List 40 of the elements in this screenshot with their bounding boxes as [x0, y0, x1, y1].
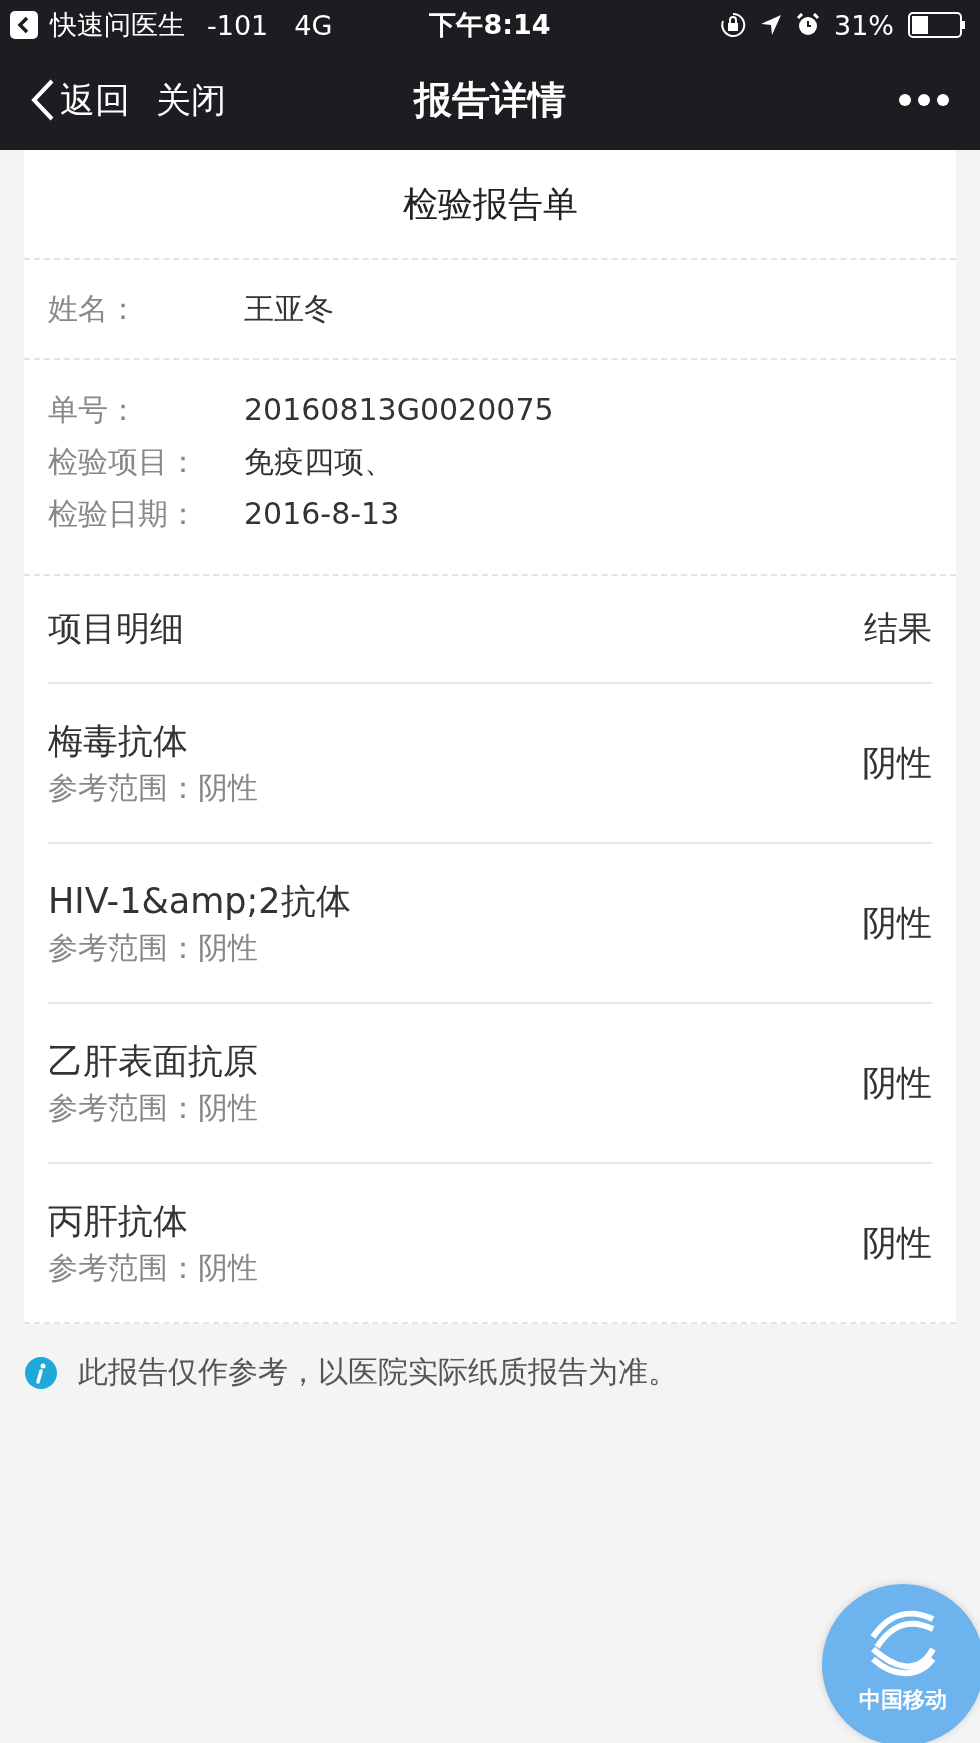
- test-name: HIV-1&amp;2抗体: [48, 880, 351, 923]
- battery-percent: 31%: [834, 9, 894, 41]
- back-button[interactable]: 返回: [30, 76, 130, 124]
- battery-icon: [908, 12, 966, 38]
- reference-range: 参考范围：阴性: [48, 1249, 258, 1287]
- app-name: 快速问医生: [50, 8, 185, 42]
- test-name: 梅毒抗体: [48, 720, 189, 763]
- disclaimer-text: 此报告仅作参考，以医院实际纸质报告为准。: [78, 1353, 678, 1391]
- info-icon: [24, 1355, 58, 1390]
- test-name: 丙肝抗体: [48, 1200, 189, 1243]
- back-icon[interactable]: [10, 11, 38, 39]
- field-label: 检验日期：: [48, 495, 199, 533]
- column-header: 结果: [864, 607, 932, 650]
- chevron-left-icon: [30, 78, 56, 122]
- location-icon: [760, 14, 782, 36]
- reference-range: 参考范围：阴性: [48, 1089, 258, 1127]
- reference-range: 参考范围：阴性: [48, 769, 258, 807]
- test-result: 阴性: [862, 1061, 932, 1105]
- test-result: 阴性: [862, 1221, 932, 1265]
- field-value: 免疫四项、: [244, 443, 394, 481]
- more-icon[interactable]: [898, 93, 950, 107]
- rotation-lock-icon: [720, 12, 746, 38]
- close-button[interactable]: 关闭: [156, 76, 226, 124]
- network-type: 4G: [294, 9, 333, 41]
- test-result: 阴性: [862, 901, 932, 945]
- test-result: 阴性: [862, 741, 932, 785]
- alarm-icon: [796, 13, 820, 37]
- reference-range: 参考范围：阴性: [48, 929, 259, 967]
- field-label: 单号：: [48, 391, 139, 429]
- field-value: 20160813G0020075: [244, 391, 554, 429]
- clock: 下午8:14: [429, 8, 551, 42]
- test-name: 乙肝表面抗原: [48, 1040, 258, 1083]
- field-value: 王亚冬: [244, 290, 334, 328]
- field-label: 姓名：: [48, 290, 139, 328]
- report-title: 检验报告单: [24, 150, 956, 260]
- page-title: 报告详情: [414, 76, 566, 124]
- field-label: 检验项目：: [48, 443, 199, 481]
- field-value: 2016-8-13: [244, 495, 400, 533]
- column-header: 项目明细: [48, 607, 184, 650]
- signal-strength: -101: [207, 9, 269, 41]
